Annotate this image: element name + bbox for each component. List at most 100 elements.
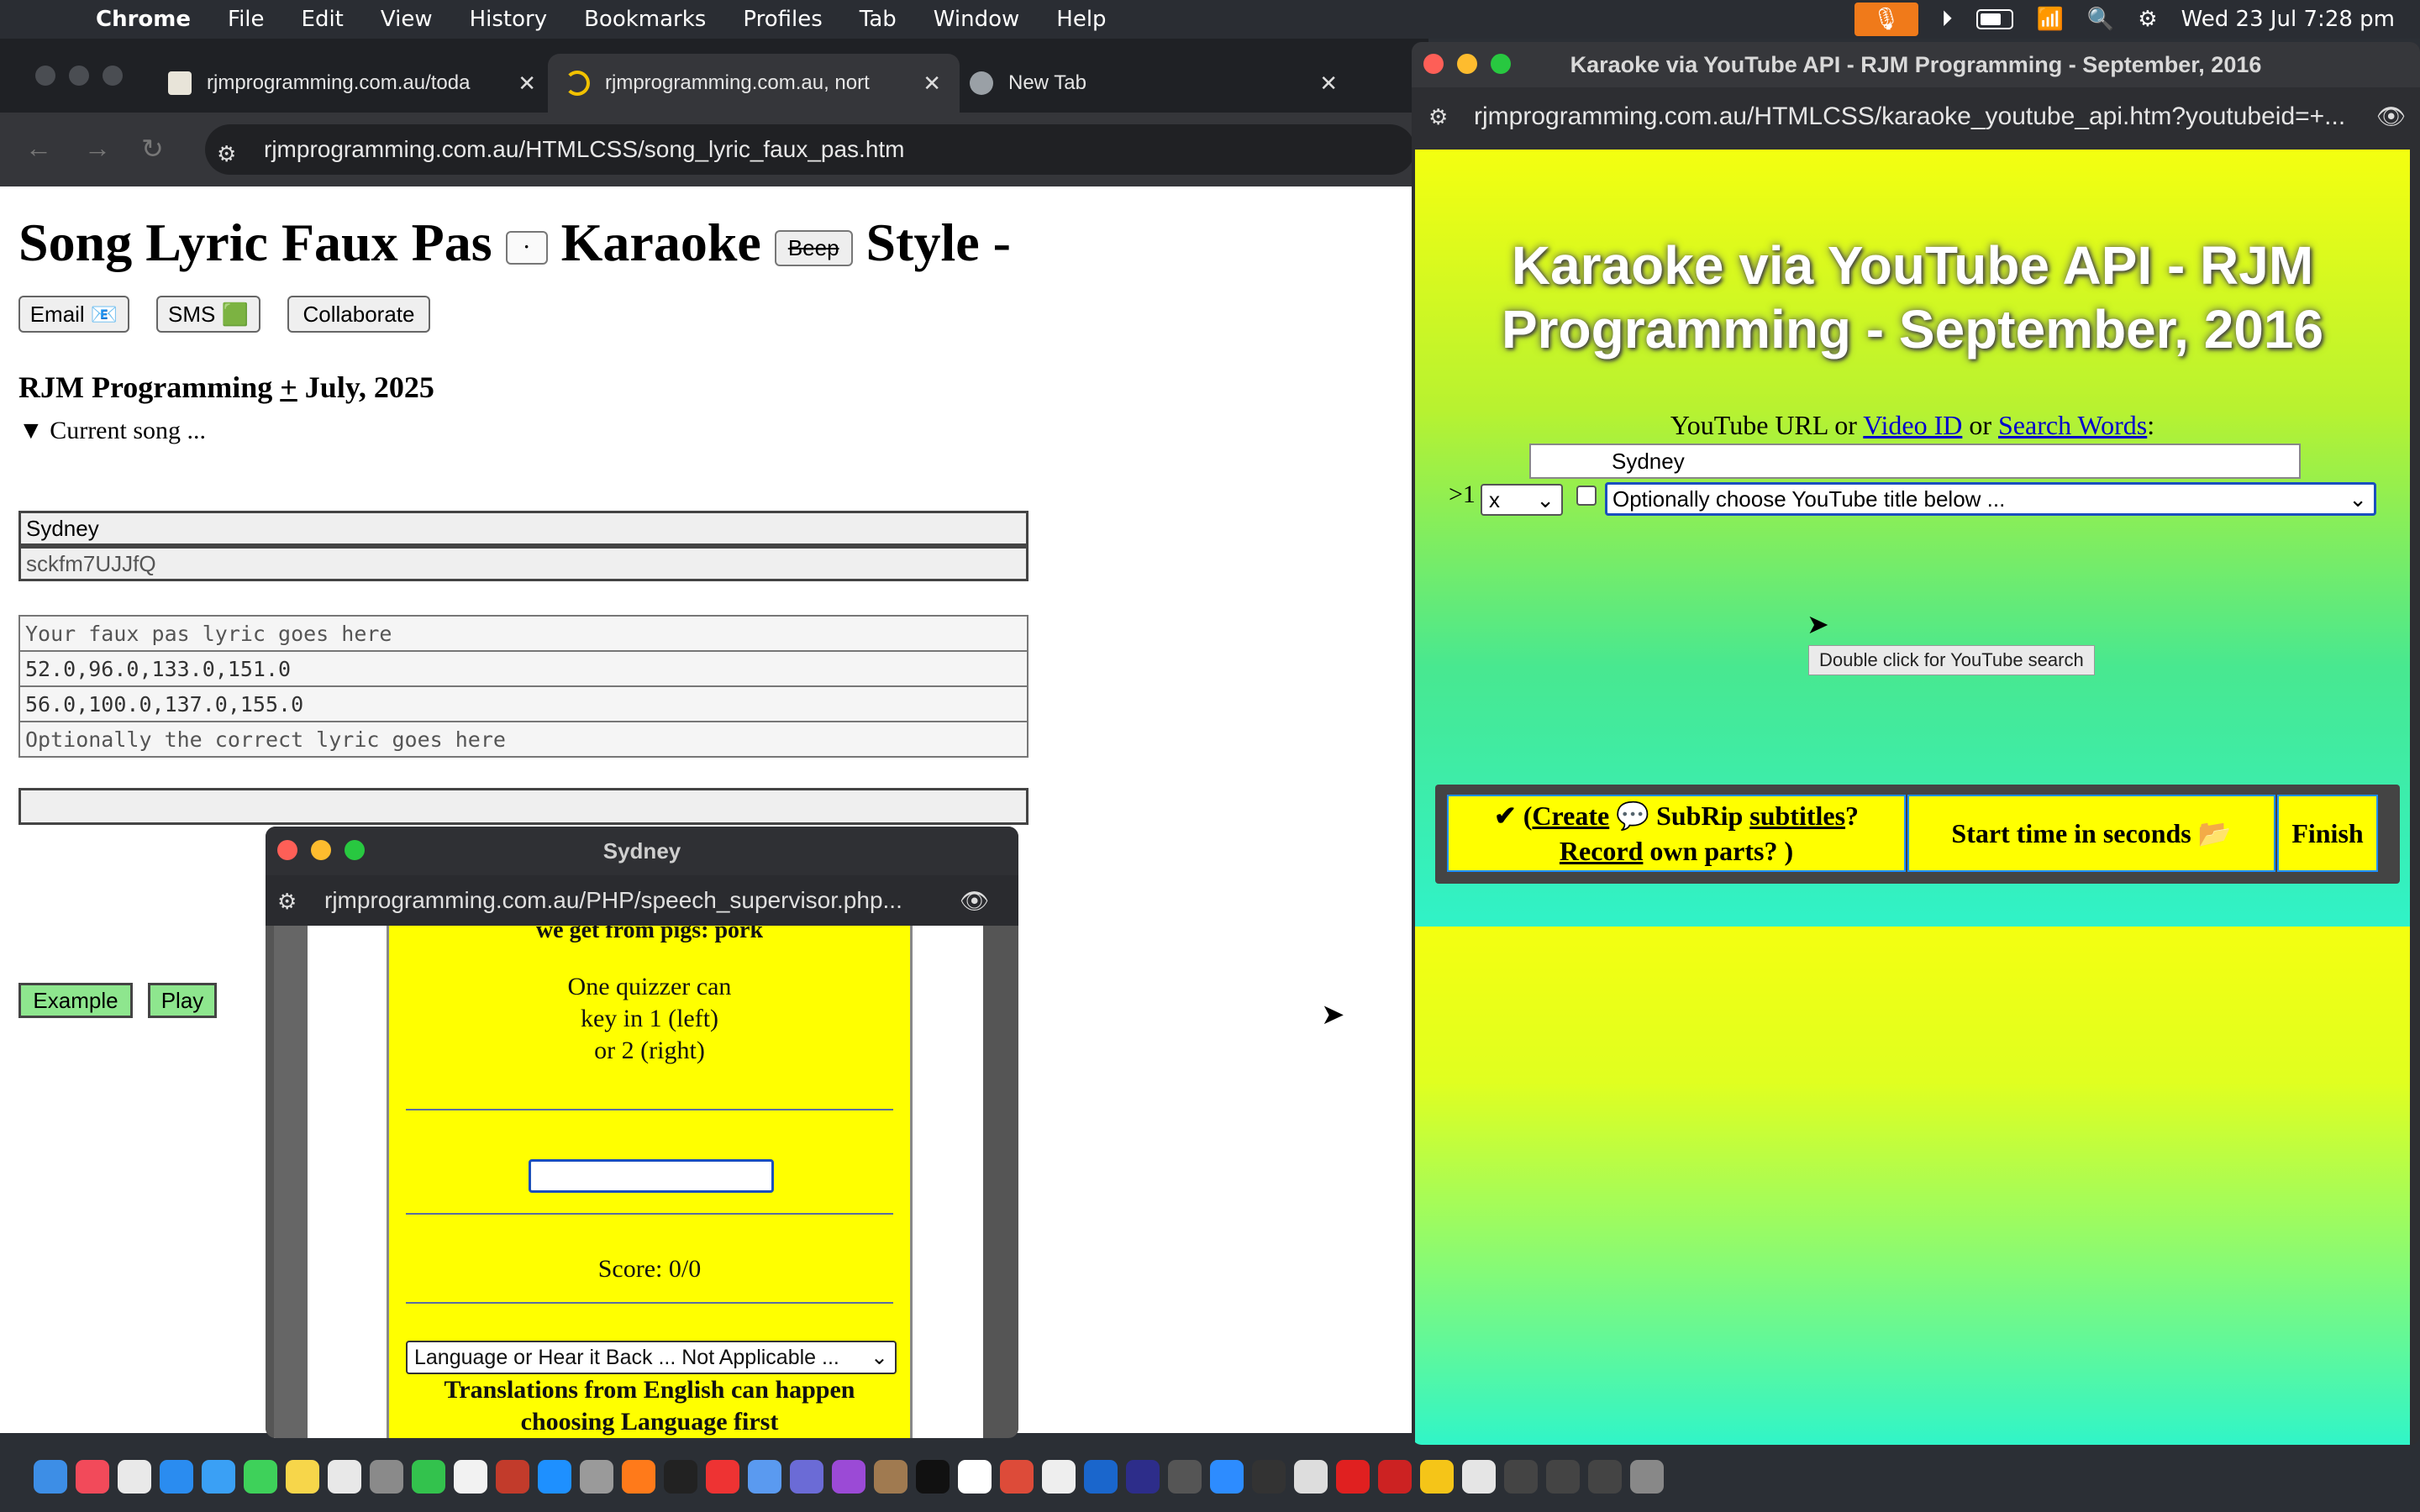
app-icon[interactable] (1126, 1460, 1160, 1494)
eye-icon[interactable]: 👁 (960, 887, 990, 915)
faux-pas-lyric-textarea[interactable]: Your faux pas lyric goes here (18, 615, 1028, 652)
terminal-icon[interactable] (916, 1460, 950, 1494)
record-link[interactable]: Record (1560, 836, 1644, 866)
back-icon[interactable]: ← (25, 133, 52, 164)
zoom-icon[interactable] (1210, 1460, 1244, 1494)
reminders-icon[interactable] (118, 1460, 151, 1494)
document-icon[interactable] (1042, 1460, 1076, 1494)
site-settings-icon[interactable]: ⚙ (217, 141, 236, 167)
menu-help[interactable]: Help (1056, 7, 1106, 32)
address-bar[interactable]: rjmprogramming.com.au/HTMLCSS/song_lyric… (205, 124, 1415, 175)
create-link[interactable]: Create (1532, 801, 1609, 831)
start-times-textarea[interactable]: 52.0,96.0,133.0,151.0 (18, 650, 1028, 687)
window-thumbnail-icon[interactable] (1546, 1460, 1580, 1494)
zoom-window-icon[interactable] (345, 840, 365, 860)
tab-3[interactable]: New Tab ✕ (953, 54, 1356, 113)
close-tab-icon[interactable]: ✕ (923, 71, 941, 97)
app-icon[interactable] (370, 1460, 403, 1494)
minimize-window-icon[interactable] (311, 840, 331, 860)
document-icon[interactable] (1462, 1460, 1496, 1494)
search-icon[interactable]: 🔍 (2087, 7, 2114, 32)
app-icon[interactable] (1378, 1460, 1412, 1494)
filezilla-icon[interactable] (496, 1460, 529, 1494)
search-words-link[interactable]: Search Words (1998, 410, 2147, 440)
option-checkbox[interactable] (1576, 486, 1597, 506)
tab-1[interactable]: rjmprogramming.com.au/toda ✕ (151, 54, 555, 113)
eye-icon[interactable]: 👁 (2376, 102, 2407, 130)
close-window-icon[interactable] (1423, 54, 1444, 74)
app-icon[interactable] (1252, 1460, 1286, 1494)
plus-minus-link[interactable]: + (280, 370, 297, 404)
menu-window[interactable]: Window (934, 7, 1020, 32)
podcasts-icon[interactable] (832, 1460, 865, 1494)
facetime-icon[interactable] (412, 1460, 445, 1494)
correct-lyric-textarea[interactable]: Optionally the correct lyric goes here (18, 721, 1028, 758)
menu-history[interactable]: History (470, 7, 548, 32)
menu-profiles[interactable]: Profiles (743, 7, 822, 32)
control-center-icon[interactable]: ⚙ (2138, 7, 2157, 32)
menu-file[interactable]: File (228, 7, 265, 32)
video-id-field[interactable]: sckfm7UJJfQ (18, 546, 1028, 581)
window-thumbnail-icon[interactable] (1504, 1460, 1538, 1494)
app-icon[interactable] (706, 1460, 739, 1494)
app-store-icon[interactable] (538, 1460, 571, 1494)
song-field[interactable]: Sydney (18, 511, 1028, 546)
app-icon[interactable] (1294, 1460, 1328, 1494)
messages-icon[interactable] (244, 1460, 277, 1494)
menu-tab[interactable]: Tab (860, 7, 897, 32)
output-field[interactable] (18, 788, 1028, 825)
end-times-textarea[interactable]: 56.0,100.0,137.0,155.0 (18, 685, 1028, 722)
wifi-icon[interactable]: 📶 (2037, 7, 2064, 32)
close-tab-icon[interactable]: ✕ (518, 71, 536, 97)
firefox-icon[interactable] (622, 1460, 655, 1494)
tab-2[interactable]: rjmprogramming.com.au, nort ✕ (548, 54, 960, 113)
battery-icon[interactable] (1975, 9, 2013, 29)
notes-icon[interactable] (286, 1460, 319, 1494)
forward-icon[interactable]: → (84, 133, 111, 164)
minimize-window-icon[interactable] (1457, 54, 1477, 74)
site-settings-icon[interactable]: ⚙ (1428, 104, 1448, 130)
system-settings-icon[interactable] (1168, 1460, 1202, 1494)
safari-icon[interactable] (160, 1460, 193, 1494)
karaoke-address-bar[interactable]: rjmprogramming.com.au/HTMLCSS/karaoke_yo… (1412, 87, 2420, 146)
style-dropdown[interactable]: · (505, 231, 548, 265)
opera-icon[interactable] (1336, 1460, 1370, 1494)
subtitles-link[interactable]: subtitles (1749, 801, 1845, 831)
x-select[interactable]: x ⌄ (1481, 484, 1563, 516)
start-time-cell[interactable]: Start time in seconds 📂 (1907, 795, 2275, 872)
zoom-window-icon[interactable] (103, 66, 123, 86)
music-icon[interactable] (76, 1460, 109, 1494)
bbedit-icon[interactable] (790, 1460, 823, 1494)
close-window-icon[interactable] (35, 66, 55, 86)
video-id-link[interactable]: Video ID (1863, 410, 1962, 440)
app-icon[interactable] (1084, 1460, 1118, 1494)
zoom-window-icon[interactable] (1491, 54, 1511, 74)
calendar-icon[interactable] (958, 1460, 992, 1494)
menu-edit[interactable]: Edit (302, 7, 344, 32)
menu-bookmarks[interactable]: Bookmarks (584, 7, 706, 32)
youtube-title-select[interactable]: Optionally choose YouTube title below ..… (1605, 482, 2376, 516)
play-button[interactable]: Play (148, 983, 217, 1018)
apple-tv-icon[interactable] (664, 1460, 697, 1494)
finish-cell[interactable]: Finish (2277, 795, 2378, 872)
reload-icon[interactable]: ↻ (141, 133, 164, 165)
menu-view[interactable]: View (381, 7, 433, 32)
window-thumbnail-icon[interactable] (1588, 1460, 1622, 1494)
chrome-icon[interactable] (1000, 1460, 1034, 1494)
finder-icon[interactable] (34, 1460, 67, 1494)
example-button[interactable]: Example (18, 983, 133, 1018)
youtube-search-input[interactable]: Sydney (1529, 444, 2301, 479)
close-window-icon[interactable] (277, 840, 297, 860)
microphone-icon[interactable]: 🎙 (1854, 3, 1918, 36)
textedit-icon[interactable] (454, 1460, 487, 1494)
close-tab-icon[interactable]: ✕ (1319, 71, 1338, 97)
menu-app-name[interactable]: Chrome (96, 7, 191, 32)
quiz-answer-input[interactable] (529, 1159, 774, 1193)
collaborate-button[interactable]: Collaborate (287, 296, 430, 333)
mail-icon[interactable] (202, 1460, 235, 1494)
sydney-address-bar[interactable]: rjmprogramming.com.au/PHP/speech_supervi… (266, 875, 1018, 926)
app-icon[interactable] (874, 1460, 908, 1494)
trash-icon[interactable] (1630, 1460, 1664, 1494)
photos-icon[interactable] (328, 1460, 361, 1494)
language-select[interactable]: Language or Hear it Back ... Not Applica… (406, 1341, 897, 1374)
